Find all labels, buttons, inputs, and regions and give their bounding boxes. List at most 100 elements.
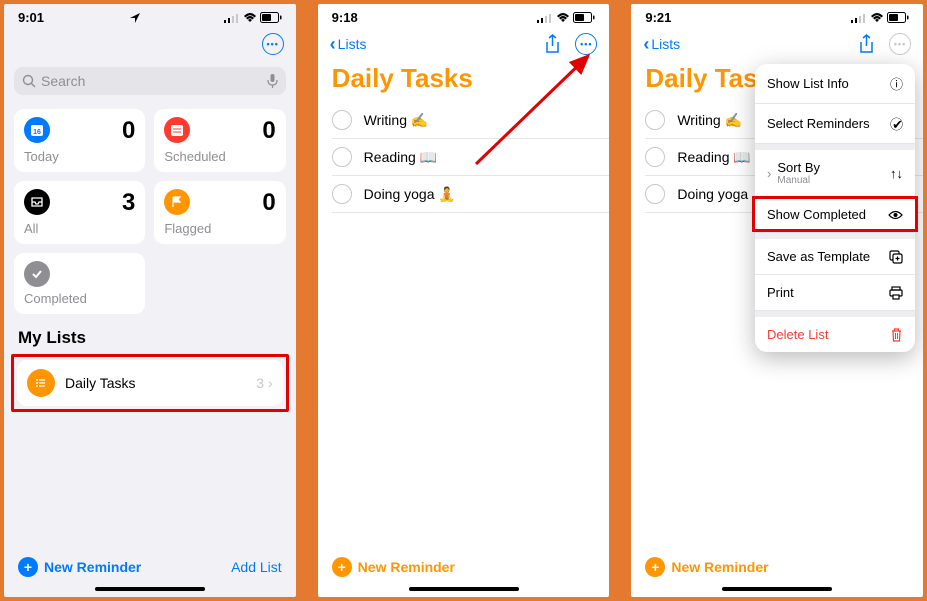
share-button[interactable] [858,34,875,54]
more-options-button[interactable]: ••• [889,33,911,55]
status-bar: 9:01 [4,4,296,29]
scheduled-count: 0 [262,117,275,145]
completed-label: Completed [24,291,135,306]
today-label: Today [24,149,135,164]
signal-icon [851,13,867,23]
flag-icon [164,189,190,215]
status-icons [537,12,595,23]
all-card[interactable]: 3 All [14,181,145,244]
status-time: 9:18 [332,10,358,25]
menu-show-completed[interactable]: Show Completed [755,197,915,233]
calendar-icon: 16 [24,117,50,143]
new-reminder-button[interactable]: + New Reminder [332,557,455,577]
screen-list-detail: 9:18 ‹ Lists ••• Daily Tasks Writing ✍️ … [318,4,610,597]
battery-icon [260,12,282,23]
status-icons [851,12,909,23]
check-circle-icon: ✔︎⃝ [892,114,903,133]
search-icon [22,74,36,88]
chevron-right-icon: › [268,375,273,391]
list-icon [27,369,55,397]
signal-icon [224,13,240,23]
reminder-text: Writing ✍️ [364,112,429,129]
completed-card[interactable]: Completed [14,253,145,314]
list-name: Daily Tasks [65,375,136,391]
back-button[interactable]: ‹ Lists [643,34,680,55]
printer-icon [889,286,903,300]
home-indicator[interactable] [95,587,205,591]
search-placeholder: Search [41,73,85,89]
reminder-radio[interactable] [332,147,352,167]
chevron-left-icon: ‹ [330,34,336,55]
new-reminder-button[interactable]: + New Reminder [18,557,141,577]
calendar-scheduled-icon [164,117,190,143]
svg-text:16: 16 [33,129,41,136]
today-card[interactable]: 16 0 Today [14,109,145,172]
home-indicator[interactable] [409,587,519,591]
reminder-item[interactable]: Writing ✍️ [332,102,610,139]
share-button[interactable] [544,34,561,54]
reminder-item[interactable]: Doing yoga 🧘 [332,176,610,213]
today-count: 0 [122,117,135,145]
reminder-radio[interactable] [645,184,665,204]
add-list-button[interactable]: Add List [231,559,282,575]
reminder-text: Reading 📖 [364,149,437,166]
list-title: Daily Tasks [318,63,610,102]
list-count: 3 [256,375,264,391]
menu-select-reminders[interactable]: Select Reminders ✔︎⃝ [755,104,915,144]
menu-print[interactable]: Print [755,275,915,311]
template-icon [889,250,903,264]
status-bar: 9:18 [318,4,610,29]
list-daily-tasks[interactable]: Daily Tasks 3 › [17,360,283,406]
status-time: 9:01 [18,10,44,25]
menu-show-list-info[interactable]: Show List Info ⓘ [755,64,915,104]
context-menu: Show List Info ⓘ Select Reminders ✔︎⃝ › … [755,64,915,352]
location-icon [130,13,140,23]
reminder-radio[interactable] [645,110,665,130]
reminder-radio[interactable] [332,110,352,130]
sort-icon: ↑↓ [890,166,903,181]
reminder-text: Reading 📖 [677,149,750,166]
back-button[interactable]: ‹ Lists [330,34,367,55]
battery-icon [573,12,595,23]
top-bar: ••• [4,29,296,63]
all-label: All [24,221,135,236]
more-options-button[interactable]: ••• [575,33,597,55]
menu-save-as-template[interactable]: Save as Template [755,239,915,275]
reminder-text: Doing yoga 🧘 [364,186,456,203]
scheduled-card[interactable]: 0 Scheduled [154,109,285,172]
screen-list-menu: 9:21 ‹ Lists ••• Daily Tasks Writing ✍️ … [631,4,923,597]
flagged-card[interactable]: 0 Flagged [154,181,285,244]
status-bar: 9:21 [631,4,923,29]
top-bar: ‹ Lists ••• [318,29,610,63]
eye-icon [888,210,903,220]
reminder-radio[interactable] [332,184,352,204]
status-icons [224,12,282,23]
all-count: 3 [122,189,135,217]
wifi-icon [243,13,257,23]
chevron-left-icon: ‹ [643,34,649,55]
scheduled-label: Scheduled [164,149,275,164]
bottom-bar: + New Reminder [318,547,610,583]
search-field[interactable]: Search [14,67,286,95]
reminder-item[interactable]: Reading 📖 [332,139,610,176]
my-lists-header: My Lists [4,324,296,354]
plus-icon: + [18,557,38,577]
more-options-button[interactable]: ••• [262,33,284,55]
plus-icon: + [332,557,352,577]
wifi-icon [870,13,884,23]
menu-sort-by[interactable]: › Sort By Manual ↑↓ [755,150,915,197]
new-reminder-button[interactable]: + New Reminder [645,557,768,577]
trash-icon [890,328,903,342]
smart-lists-grid: 16 0 Today 0 Scheduled 3 All [4,99,296,324]
info-icon: ⓘ [890,74,903,93]
bottom-bar: + New Reminder [631,547,923,583]
inbox-icon [24,189,50,215]
reminder-radio[interactable] [645,147,665,167]
flagged-label: Flagged [164,221,275,236]
mic-icon[interactable] [267,74,278,89]
menu-delete-list[interactable]: Delete List [755,317,915,352]
home-indicator[interactable] [722,587,832,591]
top-bar: ‹ Lists ••• [631,29,923,63]
wifi-icon [556,13,570,23]
bottom-bar: + New Reminder Add List [4,547,296,583]
